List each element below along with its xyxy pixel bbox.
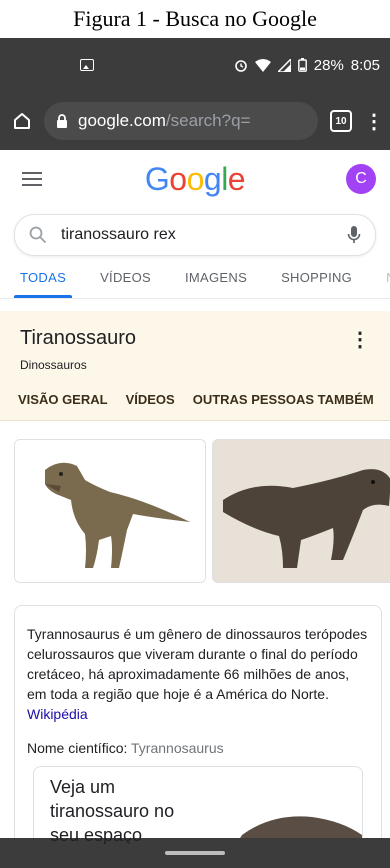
panel-tab-people-also[interactable]: OUTRAS PESSOAS TAMBÉM <box>193 392 374 420</box>
gesture-handle[interactable] <box>165 851 225 855</box>
tab-todas[interactable]: TODAS <box>13 256 73 298</box>
trex-photo <box>213 440 390 582</box>
google-header: Google C <box>0 150 390 208</box>
google-logo[interactable]: Google <box>0 161 390 198</box>
home-icon[interactable] <box>12 111 32 131</box>
url-host: google.com <box>78 111 166 130</box>
search-input[interactable]: tiranossauro rex <box>61 226 333 244</box>
more-options-icon[interactable]: ⋮ <box>350 327 370 352</box>
status-bar: 28% 8:05 <box>0 38 390 92</box>
battery-icon <box>297 58 307 72</box>
tab-imagens[interactable]: IMAGENS <box>185 270 247 285</box>
trex-image-2[interactable] <box>212 439 390 583</box>
ar-view-card[interactable]: Veja um tiranossauro no seu espaço <box>33 766 363 845</box>
signal-icon <box>277 58 291 72</box>
tab-switcher-button[interactable]: 10 <box>330 110 352 132</box>
search-tabs: TODAS VÍDEOS IMAGENS SHOPPING NO <box>0 256 390 299</box>
logo-letter: o <box>186 160 205 197</box>
image-carousel <box>14 439 390 583</box>
wifi-icon <box>254 58 271 72</box>
url-path: /search?q= <box>165 111 251 130</box>
battery-percent: 28% <box>313 56 344 74</box>
knowledge-panel: Tiranossauro ⋮ Dinossauros VISÃO GERAL V… <box>0 311 390 421</box>
description-card: Tyrannosaurus é um gênero de dinossauros… <box>14 605 382 845</box>
browser-toolbar: google.com/search?q= 10 ⋮ <box>0 92 390 150</box>
search-icon <box>29 226 47 244</box>
sci-label: Nome científico: <box>27 740 128 756</box>
panel-tabs: VISÃO GERAL VÍDEOS OUTRAS PESSOAS TAMBÉM <box>0 372 390 420</box>
scientific-name-row: Nome científico: Tyrannosaurus <box>27 738 369 758</box>
address-bar[interactable]: google.com/search?q= <box>44 102 318 140</box>
entity-subtitle: Dinossauros <box>20 358 87 372</box>
logo-letter: o <box>169 160 187 197</box>
panel-tab-overview[interactable]: VISÃO GERAL <box>18 392 108 420</box>
tab-videos[interactable]: VÍDEOS <box>100 270 151 285</box>
ar-view-text: Veja um tiranossauro no seu espaço <box>50 777 175 845</box>
image-notification-icon <box>80 59 94 71</box>
wikipedia-link[interactable]: Wikipédia <box>27 706 88 722</box>
microphone-icon[interactable] <box>347 225 361 245</box>
entity-description: Tyrannosaurus é um gênero de dinossauros… <box>27 626 368 722</box>
entity-title: Tiranossauro <box>20 327 136 349</box>
tab-noticias[interactable]: NO <box>386 270 390 285</box>
logo-letter: G <box>144 160 170 197</box>
figure-caption: Figura 1 - Busca no Google <box>0 0 390 38</box>
alarm-icon <box>234 60 247 72</box>
lock-icon <box>57 114 67 128</box>
panel-tab-videos[interactable]: VÍDEOS <box>126 392 175 420</box>
trex-illustration <box>15 440 205 582</box>
tab-shopping[interactable]: SHOPPING <box>281 270 352 285</box>
logo-letter: l <box>221 160 228 197</box>
trex-image-1[interactable] <box>14 439 206 583</box>
logo-letter: g <box>203 160 222 197</box>
browser-menu-icon[interactable]: ⋮ <box>364 109 384 134</box>
status-right: 28% 8:05 <box>234 57 380 74</box>
search-box[interactable]: tiranossauro rex <box>14 214 376 256</box>
logo-letter: e <box>227 160 246 197</box>
clock: 8:05 <box>350 56 380 74</box>
account-avatar[interactable]: C <box>346 164 376 194</box>
sci-value: Tyrannosaurus <box>131 740 224 756</box>
